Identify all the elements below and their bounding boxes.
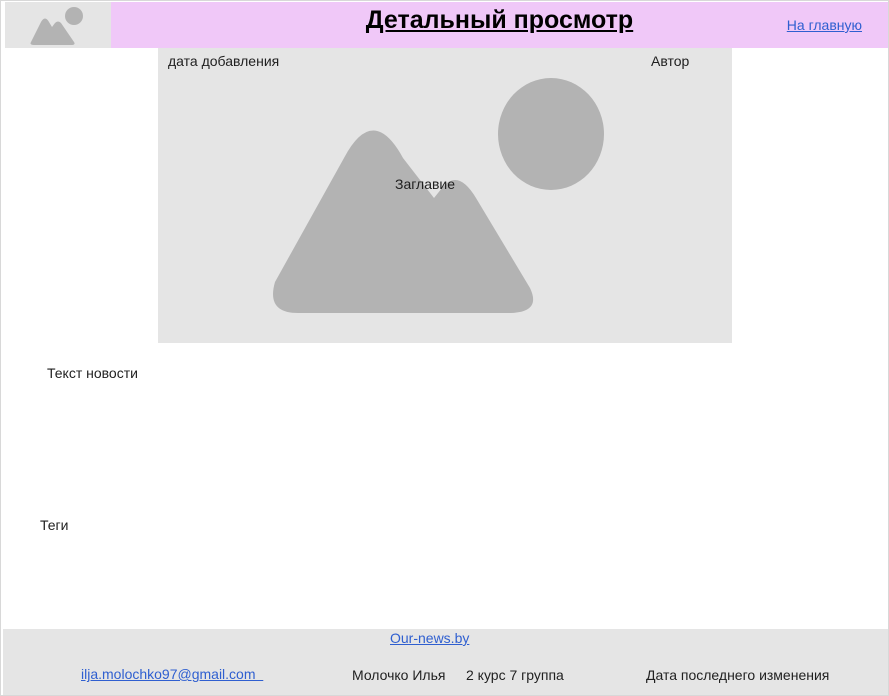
author: Автор [651,53,690,69]
logo[interactable] [5,2,111,48]
tags: Теги [40,517,69,533]
news-text: Текст новости [47,365,138,381]
student-name: Молочко Илья [352,667,446,683]
image-placeholder-icon [273,78,604,313]
news-title: Заглавие [395,176,456,192]
footer: Our-news.by ilja.molochko97@gmail.com Мо… [3,629,888,695]
image-placeholder-icon [30,7,83,45]
page-frame: Детальный просмотр На главную дата добав… [0,0,889,696]
page-title: Детальный просмотр [365,6,634,34]
header-bar: Детальный просмотр На главную [111,2,888,48]
date-added: дата добавления [168,53,280,69]
last-modified: Дата последнего изменения [646,667,830,683]
email-link[interactable]: ilja.molochko97@gmail.com [81,666,263,682]
student-group: 2 курс 7 группа [466,667,564,683]
news-image: дата добавления Автор Заглавие [158,48,732,343]
home-link[interactable]: На главную [787,17,862,33]
site-link[interactable]: Our-news.by [390,630,469,646]
